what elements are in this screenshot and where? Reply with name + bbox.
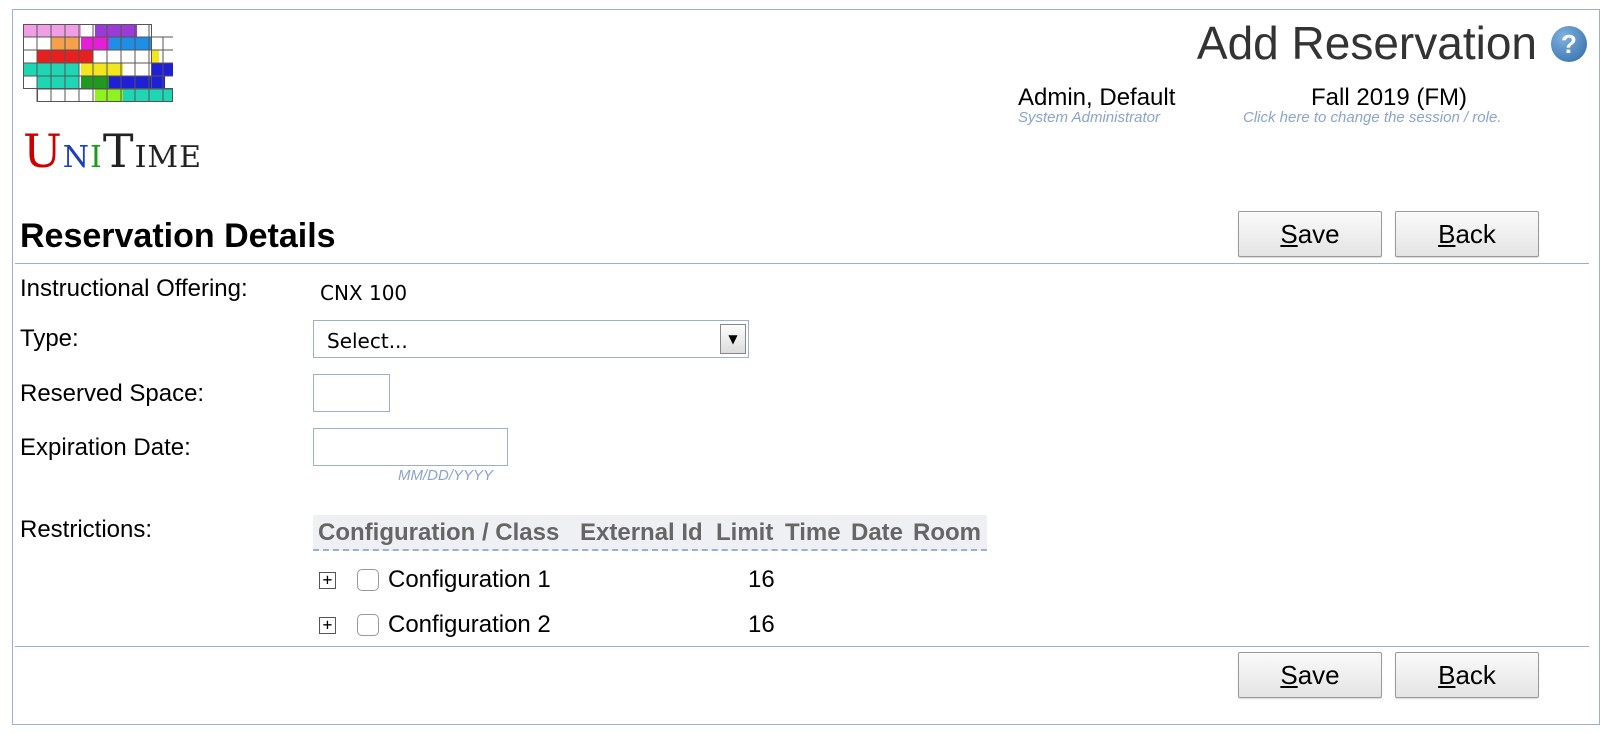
section-divider — [15, 263, 1589, 264]
footer-divider — [15, 646, 1589, 647]
section-title: Reservation Details — [20, 217, 336, 255]
table-row: + Configuration 1 16 — [313, 566, 987, 606]
row-checkbox[interactable] — [357, 569, 379, 591]
page-title: Add Reservation — [1196, 17, 1537, 69]
row-name: Configuration 2 — [388, 611, 551, 638]
expiration-date-label: Expiration Date: — [20, 434, 191, 461]
session-name[interactable]: Fall 2019 (FM) — [1311, 84, 1467, 112]
row-limit: 16 — [748, 611, 775, 638]
reserved-space-label: Reserved Space: — [20, 380, 205, 407]
user-name[interactable]: Admin, Default — [1018, 84, 1175, 112]
back-button-bottom[interactable]: Back — [1395, 652, 1539, 698]
offering-value: CNX 100 — [320, 281, 408, 305]
type-select[interactable]: Select... ▼ — [313, 320, 749, 358]
chevron-down-icon[interactable]: ▼ — [720, 324, 746, 354]
row-name: Configuration 1 — [388, 566, 551, 593]
expand-icon[interactable]: + — [319, 572, 336, 589]
column-header: Time — [785, 519, 841, 546]
restrictions-label: Restrictions: — [20, 516, 153, 543]
restrictions-header: Configuration / Class External Id Limit … — [313, 515, 987, 551]
type-select-value: Select... — [327, 329, 408, 353]
offering-label: Instructional Offering: — [20, 275, 248, 302]
row-checkbox[interactable] — [357, 614, 379, 636]
expiration-date-input[interactable] — [313, 428, 508, 466]
type-label: Type: — [20, 325, 79, 352]
table-row: + Configuration 2 16 — [313, 611, 987, 651]
page-frame: UNITIME Add Reservation ? Admin, Default… — [12, 9, 1600, 725]
reserved-space-input[interactable] — [313, 374, 390, 412]
back-button[interactable]: Back — [1395, 211, 1539, 257]
column-header: Date — [851, 519, 904, 546]
expand-icon[interactable]: + — [319, 617, 336, 634]
column-header: Limit — [716, 519, 774, 546]
user-role[interactable]: System Administrator — [1018, 109, 1183, 126]
column-header: Configuration / Class — [318, 519, 560, 546]
unitime-logo-icon — [23, 24, 173, 114]
date-format-hint: MM/DD/YYYY — [398, 467, 494, 484]
save-button[interactable]: Save — [1238, 211, 1382, 257]
save-button-bottom[interactable]: Save — [1238, 652, 1382, 698]
help-icon[interactable]: ? — [1551, 26, 1587, 62]
column-header: External Id — [580, 519, 703, 546]
column-header: Room — [913, 519, 981, 546]
unitime-logo-text: UNITIME — [23, 124, 203, 178]
session-change-link[interactable]: Click here to change the session / role. — [1243, 109, 1501, 126]
row-limit: 16 — [748, 566, 775, 593]
